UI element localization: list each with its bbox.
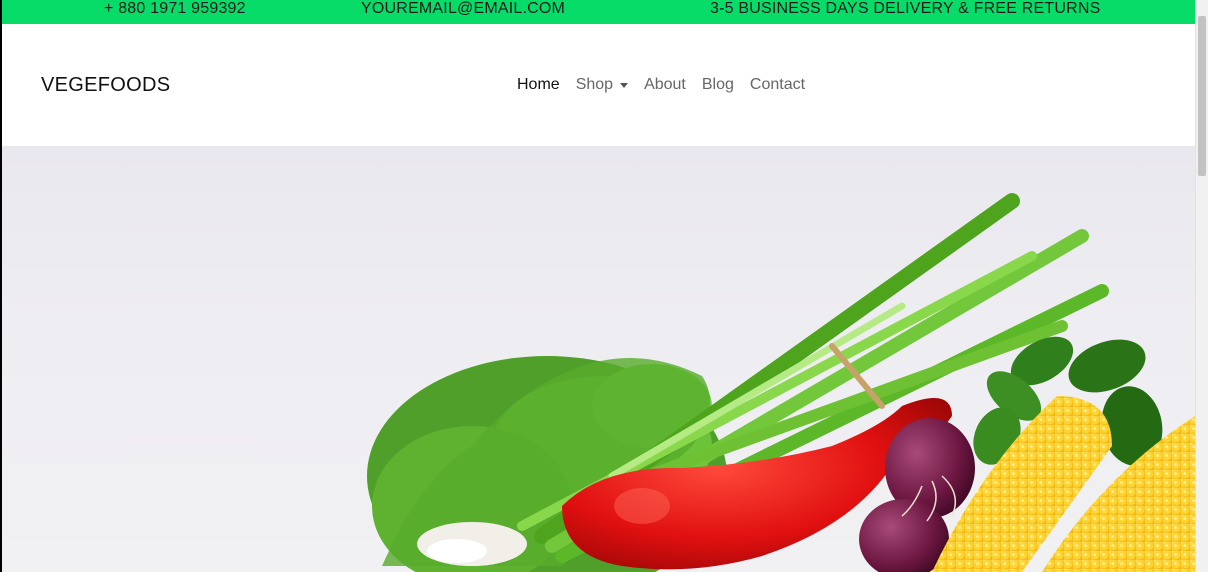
nav-shop-dropdown[interactable]: Shop [575,76,629,94]
nav-contact-label: Contact [749,76,806,93]
hero-vegetables-image [367,193,1195,572]
nav-blog[interactable]: Blog [702,76,734,94]
chevron-down-icon [620,83,629,88]
nav-about-label: About [644,76,686,93]
delivery-info: 3-5 BUSINESS DAYS DELIVERY & FREE RETURN… [710,0,1101,17]
nav-about[interactable]: About [644,76,686,94]
main-nav: Home Shop About Blog Contact [517,76,821,94]
navbar: VEGEFOODS Home Shop About Blog Contact [2,24,1195,146]
nav-home[interactable]: Home [517,76,560,94]
scrollbar-thumb[interactable] [1198,16,1206,176]
page: + 880 1971 959392 YOUREMAIL@EMAIL.COM 3-… [2,0,1195,572]
nav-contact[interactable]: Contact [750,76,805,94]
top-info-bar: + 880 1971 959392 YOUREMAIL@EMAIL.COM 3-… [2,0,1195,24]
nav-home-label: Home [517,76,560,93]
hero-banner [2,146,1195,572]
email-address[interactable]: YOUREMAIL@EMAIL.COM [361,0,565,17]
brand-logo[interactable]: VEGEFOODS [41,74,170,97]
phone-number[interactable]: + 880 1971 959392 [104,0,246,17]
page-scrollbar[interactable] [1195,0,1208,572]
nav-blog-label: Blog [701,76,734,93]
nav-shop-label: Shop [575,76,614,93]
